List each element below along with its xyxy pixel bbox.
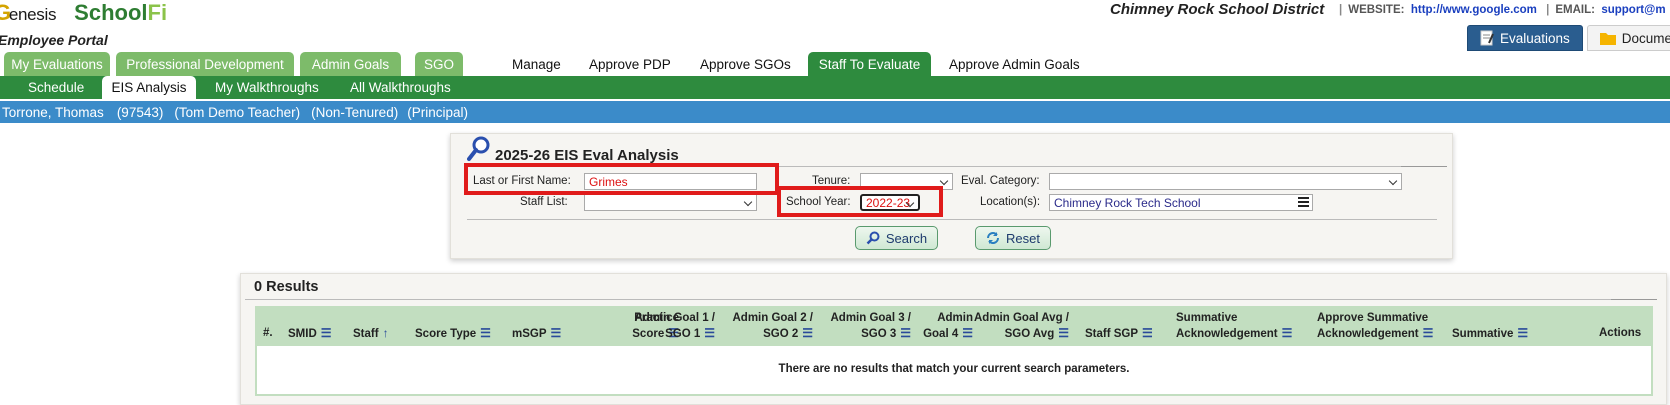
staff-list-select[interactable] [584, 194, 757, 211]
tab-approve-pdp[interactable]: Approve PDP [589, 52, 671, 77]
location-field[interactable]: Chimney Rock Tech School [1049, 194, 1313, 211]
list-menu-icon[interactable] [1298, 197, 1309, 207]
col-staff-sgp[interactable]: Staff SGP ☰ [1085, 326, 1153, 342]
results-panel: 0 Results #. SMID ☰ Staff ↑ Score Type ☰ mS… [240, 273, 1667, 405]
email-link[interactable]: support@m [1601, 4, 1665, 16]
empty-message: There are no results that match your cur… [778, 363, 1130, 375]
documents-button[interactable]: Documen [1586, 25, 1670, 51]
results-count: 0 Results [254, 279, 319, 295]
highlight-school-year [777, 186, 943, 217]
subtab-all-walkthroughs[interactable]: All Walkthroughs [350, 76, 451, 99]
tab-approve-admin-goals[interactable]: Approve Admin Goals [949, 52, 1080, 77]
table-header: #. SMID ☰ Staff ↑ Score Type ☰ mSGP ☰ Practi… [255, 306, 1653, 346]
menu-icon[interactable]: ☰ [321, 326, 332, 341]
tab-my-evaluations[interactable]: My Evaluations [4, 52, 110, 77]
staff-list-label: Staff List: [520, 196, 568, 208]
reset-button[interactable]: Reset [975, 226, 1051, 250]
district-name: Chimney Rock School District [1110, 1, 1325, 18]
tab-sgo[interactable]: SGO [415, 52, 463, 77]
search-title: 2025-26 EIS Eval Analysis [495, 147, 679, 164]
portal-title: Employee Portal [0, 32, 108, 48]
user-name: Torrone, Thomas [2, 104, 104, 120]
col-admin-goal-1[interactable]: Admin Goal 1 /SGO 1 ☰ [615, 311, 715, 342]
subtab-schedule[interactable]: Schedule [28, 76, 84, 99]
col-admin-goal-avg[interactable]: Admin Goal Avg / SGO Avg ☰ [955, 311, 1069, 342]
highlight-name-field [464, 163, 779, 195]
folder-icon [1599, 33, 1616, 45]
menu-icon[interactable]: ☰ [1282, 326, 1293, 341]
tab-staff-to-evaluate[interactable]: Staff To Evaluate [808, 52, 931, 77]
col-smid[interactable]: SMID ☰ [288, 326, 332, 342]
menu-icon[interactable]: ☰ [1142, 326, 1153, 341]
col-num: #. [263, 327, 273, 339]
location-label: Location(s): [980, 196, 1041, 208]
col-admin-goal-2[interactable]: Admin Goal 2 /SGO 2 ☰ [713, 311, 813, 342]
user-role: (Principal) [407, 104, 468, 120]
tab-approve-sgos[interactable]: Approve SGOs [700, 52, 791, 77]
search-icon [866, 231, 880, 245]
tab-admin-goals[interactable]: Admin Goals [300, 52, 401, 77]
subtab-my-walkthroughs[interactable]: My Walkthroughs [215, 76, 319, 99]
col-staff[interactable]: Staff ↑ [353, 326, 389, 342]
tab-professional-development[interactable]: Professional Development [116, 52, 294, 77]
user-tenure: (Non-Tenured) [311, 104, 399, 120]
menu-icon[interactable]: ☰ [1058, 326, 1069, 341]
search-button[interactable]: Search [855, 226, 938, 250]
user-info-bar: Torrone, Thomas (97543) (Tom Demo Teache… [0, 101, 1670, 123]
menu-icon[interactable]: ☰ [551, 326, 562, 341]
sort-up-icon[interactable]: ↑ [383, 326, 389, 341]
genesis-logo: Genesis SchoolFi [0, 0, 168, 25]
website-link[interactable]: http://www.google.com [1411, 4, 1537, 16]
category-label: Eval. Category: [961, 175, 1040, 187]
tab-manage[interactable]: Manage [512, 52, 561, 77]
refresh-icon [987, 232, 1000, 244]
document-edit-icon [1480, 30, 1494, 46]
menu-icon[interactable]: ☰ [480, 326, 491, 341]
col-msgp[interactable]: mSGP ☰ [512, 326, 561, 342]
col-score-type[interactable]: Score Type ☰ [415, 326, 491, 342]
menu-icon[interactable]: ☰ [1423, 326, 1434, 341]
evaluations-button[interactable]: Evaluations [1467, 25, 1583, 51]
contact-info: | WEBSITE: http://www.google.com | EMAIL: … [1339, 4, 1666, 16]
col-summative-ack[interactable]: Summative Acknowledgement ☰ [1176, 311, 1292, 342]
user-id: (97543) [116, 104, 164, 120]
search-panel: 2025-26 EIS Eval Analysis Last or First … [450, 133, 1453, 259]
category-select[interactable] [1049, 173, 1402, 190]
subtab-eis-analysis[interactable]: EIS Analysis [102, 76, 196, 99]
table-body: There are no results that match your cur… [255, 346, 1653, 396]
menu-icon[interactable]: ☰ [1517, 326, 1528, 341]
col-approve-summative-ack[interactable]: Approve Summative Acknowledgement ☰ [1317, 311, 1433, 342]
user-title: (Tom Demo Teacher) [174, 104, 301, 120]
col-actions: Actions [1599, 327, 1642, 339]
magnifier-icon [467, 136, 490, 161]
col-summative[interactable]: Summative ☰ [1452, 326, 1528, 342]
